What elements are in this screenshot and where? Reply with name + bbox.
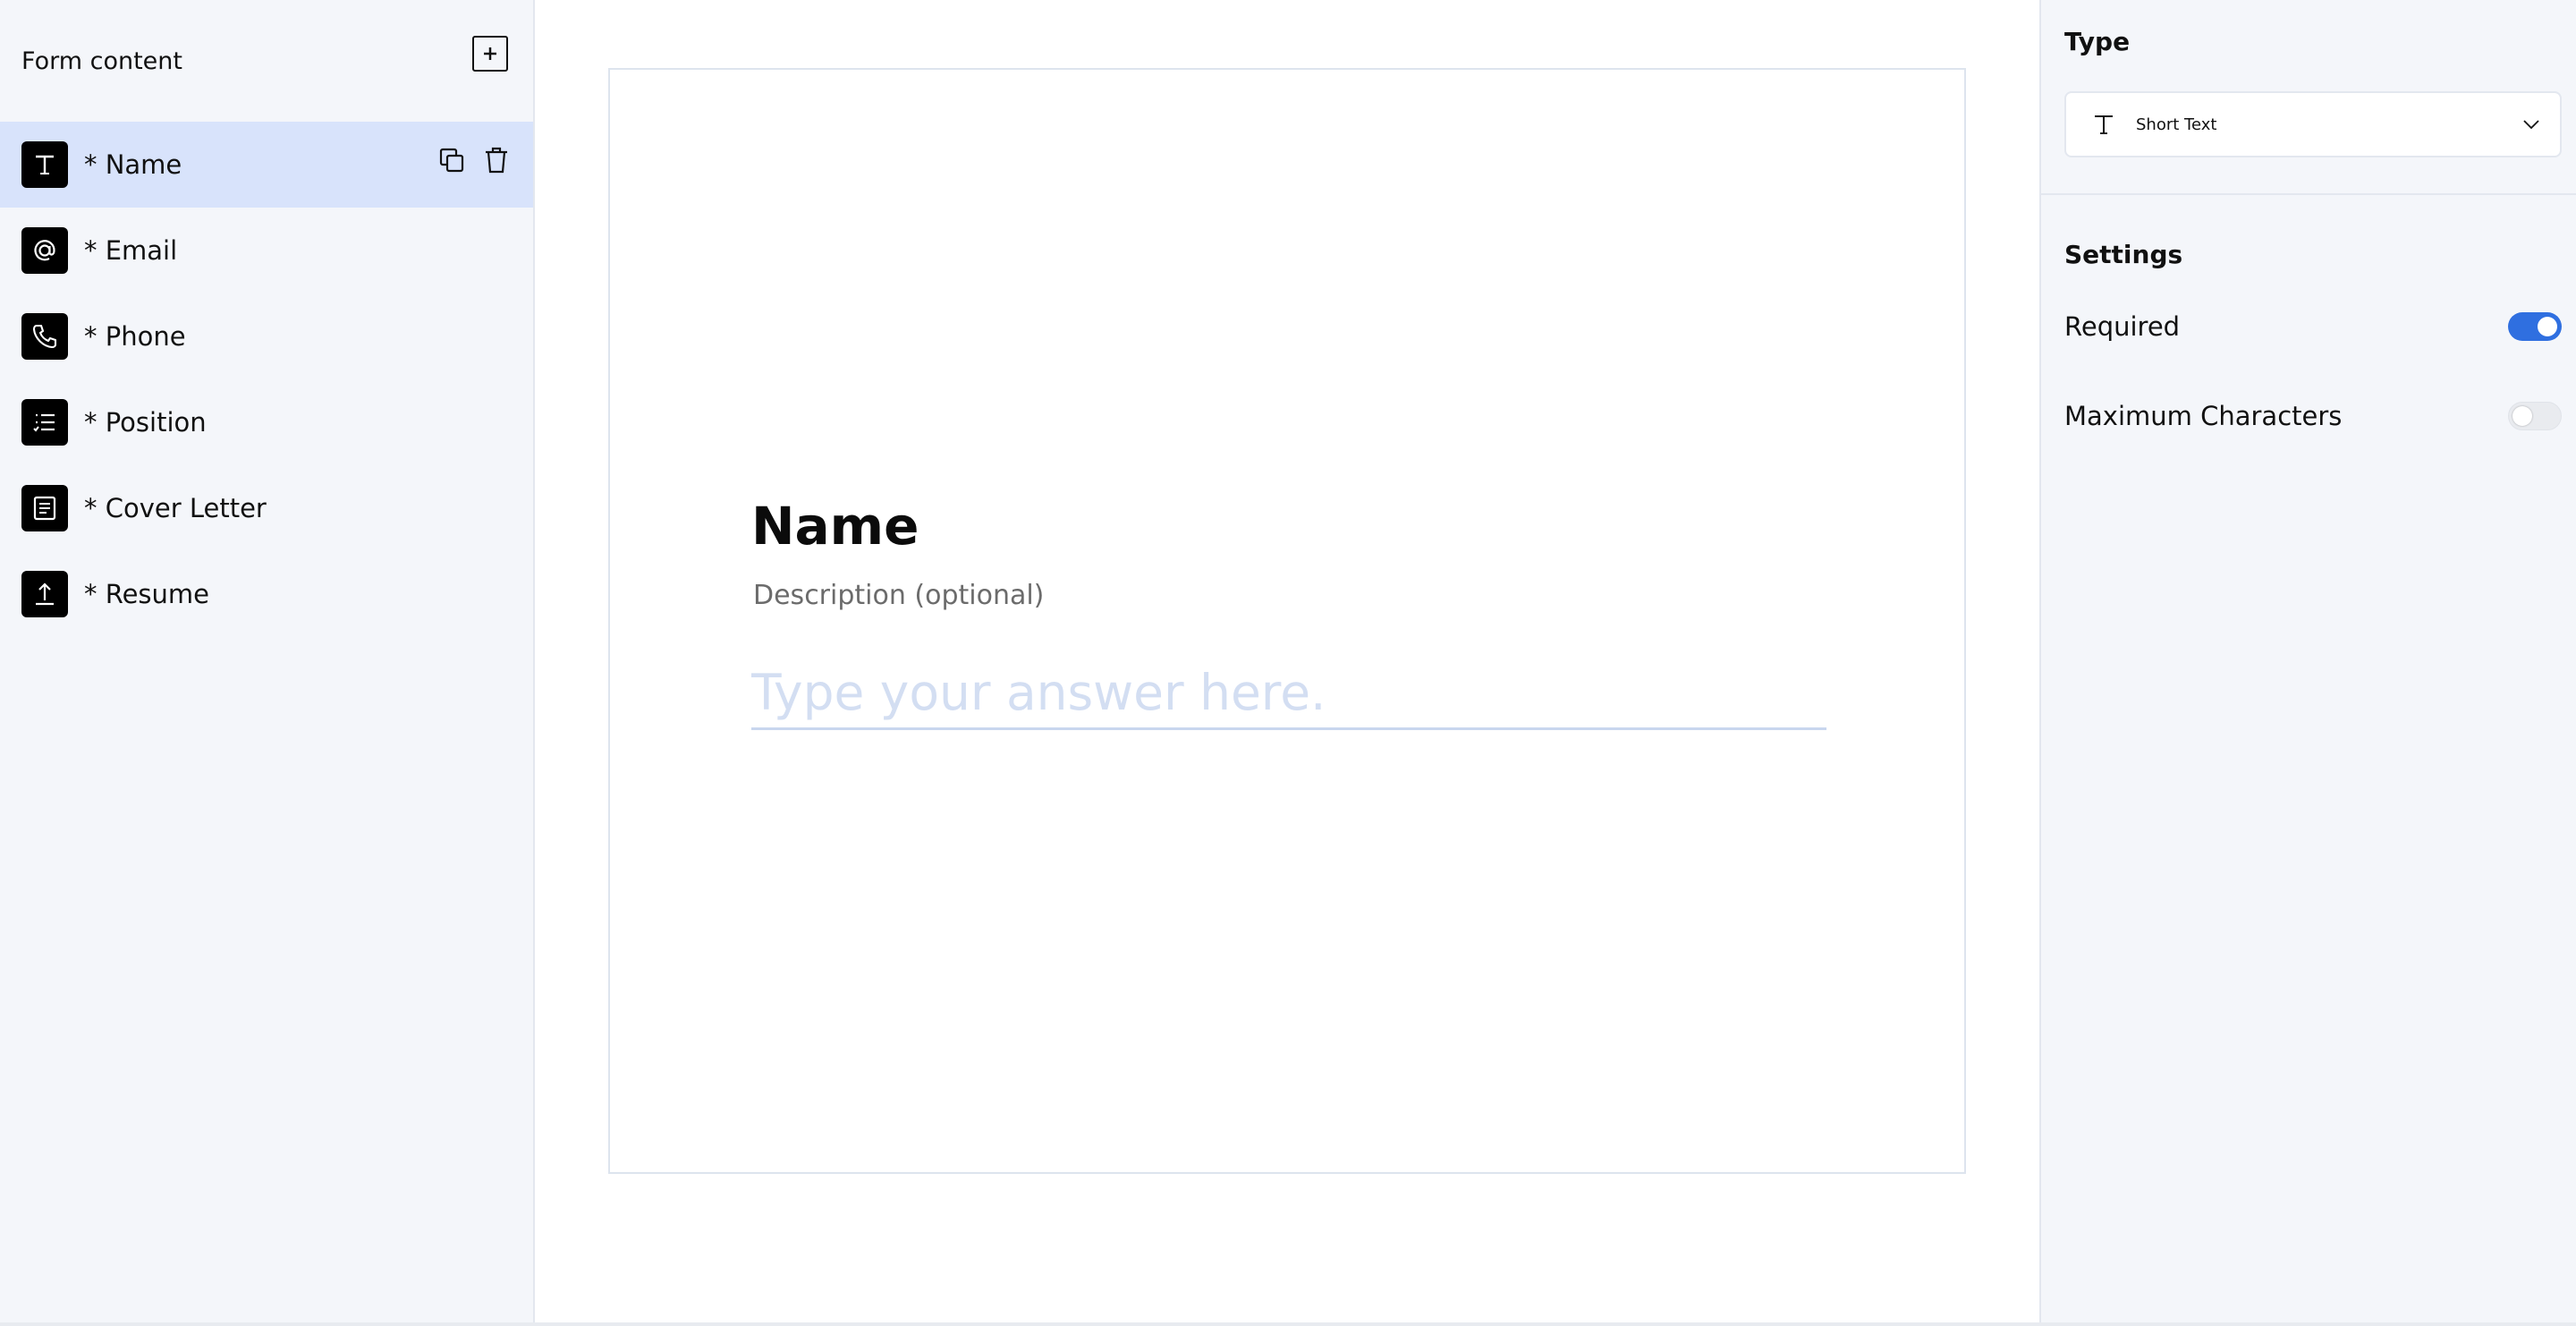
toggle-knob xyxy=(2538,317,2557,336)
setting-label: Required xyxy=(2064,311,2181,342)
text-t-icon xyxy=(21,141,68,188)
form-content-sidebar: Form content * Name * Email * Phone * Po… xyxy=(0,0,535,1326)
question-description[interactable]: Description (optional) xyxy=(753,580,1044,611)
answer-input[interactable] xyxy=(751,657,1826,730)
chevron-down-icon xyxy=(2523,120,2539,130)
window-bottom-edge xyxy=(0,1322,2576,1326)
checklist-icon xyxy=(21,399,68,446)
setting-label: Maximum Characters xyxy=(2064,401,2343,431)
plus-icon xyxy=(484,47,496,60)
add-field-button[interactable] xyxy=(472,36,508,72)
phone-icon xyxy=(21,313,68,360)
sidebar-title: Form content xyxy=(21,47,182,75)
field-item-resume[interactable]: * Resume xyxy=(0,551,533,637)
at-sign-icon xyxy=(21,227,68,274)
field-item-label: * Phone xyxy=(84,321,186,352)
field-item-position[interactable]: * Position xyxy=(0,379,533,465)
field-item-email[interactable]: * Email xyxy=(0,208,533,293)
field-item-actions xyxy=(436,145,512,175)
text-t-icon xyxy=(2095,115,2113,134)
field-item-cover-letter[interactable]: * Cover Letter xyxy=(0,465,533,551)
upload-icon xyxy=(21,571,68,617)
field-settings-panel: Type Short Text Settings Required Maximu… xyxy=(2039,0,2576,1326)
panel-divider xyxy=(2041,193,2576,195)
copy-icon[interactable] xyxy=(436,145,467,175)
field-item-label: * Resume xyxy=(84,579,209,609)
question-title[interactable]: Name xyxy=(751,496,919,557)
type-heading: Type xyxy=(2064,27,2131,56)
sidebar-header: Form content xyxy=(0,0,533,122)
field-item-phone[interactable]: * Phone xyxy=(0,293,533,379)
form-builder-app: Form content * Name * Email * Phone * Po… xyxy=(0,0,2576,1326)
form-question-card: Name Description (optional) xyxy=(608,68,1966,1174)
maximum-characters-toggle[interactable] xyxy=(2508,402,2562,430)
field-item-name[interactable]: * Name xyxy=(0,122,533,208)
field-list: * Name * Email * Phone * Position * Cove… xyxy=(0,122,533,637)
setting-maximum-characters: Maximum Characters xyxy=(2064,401,2562,431)
document-icon xyxy=(21,485,68,531)
field-item-label: * Cover Letter xyxy=(84,493,267,523)
field-type-select[interactable]: Short Text xyxy=(2064,91,2562,157)
required-toggle[interactable] xyxy=(2508,312,2562,341)
field-item-label: * Name xyxy=(84,149,182,180)
settings-heading: Settings xyxy=(2064,240,2183,269)
toggle-knob xyxy=(2512,406,2532,426)
form-preview-canvas: Name Description (optional) xyxy=(535,0,2039,1326)
field-item-label: * Email xyxy=(84,235,178,266)
field-item-label: * Position xyxy=(84,407,207,438)
setting-required: Required xyxy=(2064,311,2562,342)
field-type-value: Short Text xyxy=(2136,115,2217,134)
trash-icon[interactable] xyxy=(481,145,512,175)
